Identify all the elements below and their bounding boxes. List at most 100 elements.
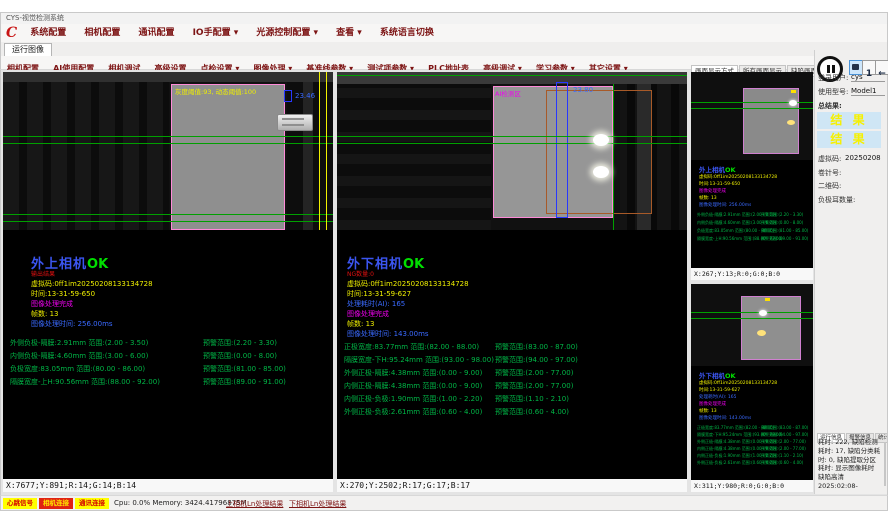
reflection-spot1: [593, 134, 609, 146]
coordinate-readout: X:7677;Y:891;R:14;G:14;B:14: [3, 479, 333, 492]
result-badge-lower: 结 果: [817, 131, 881, 148]
upper-camera-result-link[interactable]: 上相机Ln处理结果: [226, 499, 283, 509]
pin-number-label: 卷针号:: [818, 168, 841, 178]
app-window: CYS-视觉检测系统 C 系统配置 相机配置 通讯配置 IO手配置 ▾ 光源控制…: [0, 0, 888, 522]
measure-row: 外侧正极-隔膜:4.38mm 范围:(0.00 - 9.00)预警范围:(2.0…: [337, 368, 687, 378]
measure-marker-label: 23.80: [573, 86, 593, 94]
measure-row: 隔膜宽度-上H:90.56mm 范围:(88.00 - 92.00)预警范围:(…: [3, 377, 333, 387]
camera-image-lower[interactable]: AI检测区 23.80: [337, 72, 687, 230]
image-left-texture: [337, 84, 491, 230]
guide-line-v1: [613, 84, 614, 230]
thumb-frames: 帧数: 13: [699, 408, 717, 414]
thumb-measure-row: 内侧正极-负极:1.90mm 范围:(1.00 - 2.20)预警范围:(1.1…: [697, 453, 813, 459]
total-result-label: 总结果:: [818, 101, 842, 111]
image-left-texture: [3, 82, 169, 230]
thumb-mark: [765, 298, 770, 301]
thumb-frames: 帧数: 13: [699, 195, 717, 201]
thumb-done: 图像处理完成: [699, 188, 726, 194]
right-sidebar: 1 ← 登录用户: cys 使用型号: Model1 总结果: 结 果 结 果 …: [814, 50, 887, 494]
thumb-ptime: 图像处理时间: 256.00ms: [699, 202, 751, 208]
status-bar: 心跳信号 相机连接 通讯连接 Cpu: 0.0% Memory: 3424.41…: [0, 495, 888, 511]
barcode-line: 虚拟码:0ff1im20250208133134728: [347, 279, 469, 289]
result-sub-label: NG数量:0: [347, 269, 374, 278]
thumb-measure-row: 正极宽度:83.77mm 范围:(82.00 - 88.00)预警范围:(83.…: [697, 425, 813, 431]
thumbnail-lower[interactable]: 外下相机OK 虚拟码:0ff1im20250208133134728 时间:13…: [691, 284, 813, 492]
menu-language-switch[interactable]: 系统语言切换: [380, 24, 434, 42]
reflection-spot2: [593, 166, 609, 178]
result-badge-upper: 结 果: [817, 112, 881, 129]
time-line: 时间:13-31-59-650: [31, 289, 95, 299]
comm-connection-badge: 通讯连接: [75, 498, 109, 509]
measure-row: 外侧正极-负极:2.61mm 范围:(0.60 - 4.00)预警范围:(0.6…: [337, 407, 687, 417]
measure-marker-box: [556, 82, 568, 218]
model-label: 使用型号:: [818, 87, 848, 97]
thumbnail-upper[interactable]: 外上相机OK 虚拟码:0ff1im20250208133134728 时间:13…: [691, 72, 813, 280]
result-sub-label: 输出结果: [31, 269, 55, 278]
thumb-measure-row: 外侧负极-隔膜:2.91mm 范围:(2.00 - 3.50)预警范围:(2.2…: [697, 212, 813, 218]
threshold-label: 灰度阈值:93, 动态阈值:100: [175, 86, 256, 96]
electrode-region: [171, 84, 285, 230]
menu-system-config[interactable]: 系统配置: [30, 24, 66, 42]
thumb-measure-row: 内侧正极-隔膜:4.38mm 范围:(0.00 - 9.00)预警范围:(2.0…: [697, 446, 813, 452]
thumb-spot2: [787, 120, 795, 125]
model-value[interactable]: Model1: [851, 87, 885, 96]
menu-view[interactable]: 查看 ▾: [336, 24, 362, 42]
measure-row: 负极宽度:83.05mm 范围:(80.00 - 86.00)预警范围:(81.…: [3, 364, 333, 374]
barcode-value: 20250208: [845, 154, 881, 162]
run-info-text: 耗时: 222, 缺陷检测耗时: 17, 缺陷分类耗时: 0, 缺陷提取分区耗时…: [818, 438, 882, 492]
connector-clip: [277, 114, 313, 131]
thumb-ptime: 图像处理时间: 143.00ms: [699, 415, 751, 421]
measure-row: 内侧正极-负极:1.90mm 范围:(1.00 - 2.20)预警范围:(1.1…: [337, 394, 687, 404]
thumb-measure-row: 隔膜宽度-上H:90.56mm 范围:(88.00 - 92.00)预警范围:(…: [697, 236, 813, 242]
camera-image-upper[interactable]: 灰度阈值:93, 动态阈值:100 23.46: [3, 72, 333, 230]
measure-marker-label: 23.46: [295, 92, 315, 100]
guide-line-h2: [337, 143, 687, 144]
image-top-band: [337, 72, 687, 84]
thumb-spot1: [789, 100, 797, 106]
thumb-barcode: 虚拟码:0ff1im20250208133134728: [699, 174, 777, 180]
info-scrollbar[interactable]: [884, 442, 886, 486]
tab-run-image[interactable]: 运行图像: [4, 43, 52, 57]
process-time-line: 图像处理时间: 143.00ms: [347, 329, 429, 339]
yellow-guide-v2: [326, 72, 327, 230]
thumb-measure-row: 隔膜宽度-下H:95.24mm 范围:(93.00 - 98.00)预警范围:(…: [697, 432, 813, 438]
thumb-title: 外上相机OK: [699, 164, 736, 174]
guide-line-h3: [3, 214, 333, 215]
lower-camera-result-link[interactable]: 下相机Ln处理结果: [289, 499, 346, 509]
thumb-tab-bar: 画面显示方式所有画面显示缺陷画面显示: [691, 58, 813, 70]
guide-line-top: [337, 75, 687, 76]
window-title: CYS-视觉检测系统: [6, 14, 64, 22]
menu-comm-config[interactable]: 通讯配置: [138, 24, 174, 42]
measure-row: 内侧负极-隔膜:4.60mm 范围:(3.00 - 6.00)预警范围:(0.0…: [3, 351, 333, 361]
ai-time-line: 处理耗时(AI): 165: [347, 299, 405, 309]
measure-row: 内侧正极-隔膜:4.38mm 范围:(0.00 - 9.00)预警范围:(2.0…: [337, 381, 687, 391]
menu-io-config[interactable]: IO手配置 ▾: [193, 24, 239, 42]
app-logo-icon: C: [6, 24, 17, 42]
ai-region-label: AI检测区: [495, 88, 521, 98]
login-user-value[interactable]: cys: [851, 73, 885, 82]
thumb-time: 时间:13-31-59-627: [699, 387, 740, 393]
thumb-guide-h1: [691, 312, 813, 313]
thumb-image: [691, 284, 813, 366]
thumb-ai-time: 处理耗时(AI): 165: [699, 394, 736, 400]
result-ok-label: OK: [403, 257, 424, 272]
thumb-done: 图像处理完成: [699, 401, 726, 407]
guide-line-h4: [3, 221, 333, 222]
thumb-guide-h2: [691, 318, 813, 319]
frames-line: 帧数: 13: [347, 319, 375, 329]
menu-camera-config[interactable]: 相机配置: [84, 24, 120, 42]
guide-line-h1: [3, 136, 333, 137]
measure-row: 隔膜宽度-下H:95.24mm 范围:(93.00 - 98.00)预警范围:(…: [337, 355, 687, 365]
camera-connection-badge: 相机连接: [39, 498, 73, 509]
title-bar: CYS-视觉检测系统: [0, 12, 888, 24]
thumb-guide-h2: [691, 108, 813, 109]
thumb-spot1: [759, 310, 767, 316]
camera-panel-lower: AI检测区 23.80 外下相机OK NG数量:0 虚拟码:0ff1im2025…: [337, 72, 687, 492]
thumb-coordinate-readout: X:311;Y:980;R:0;G:0;B:0: [691, 480, 813, 492]
heartbeat-status-badge: 心跳信号: [3, 498, 37, 509]
thumb-measure-row: 内侧负极-隔膜:4.60mm 范围:(3.00 - 6.00)预警范围:(0.0…: [697, 220, 813, 226]
menu-light-control[interactable]: 光源控制配置 ▾: [256, 24, 318, 42]
frames-line: 帧数: 13: [31, 309, 59, 319]
tab-count-label: 负极耳数量:: [818, 195, 855, 205]
camera-panel-upper: 灰度阈值:93, 动态阈值:100 23.46 外上相机OK 输出结果 虚拟码:: [3, 72, 333, 492]
